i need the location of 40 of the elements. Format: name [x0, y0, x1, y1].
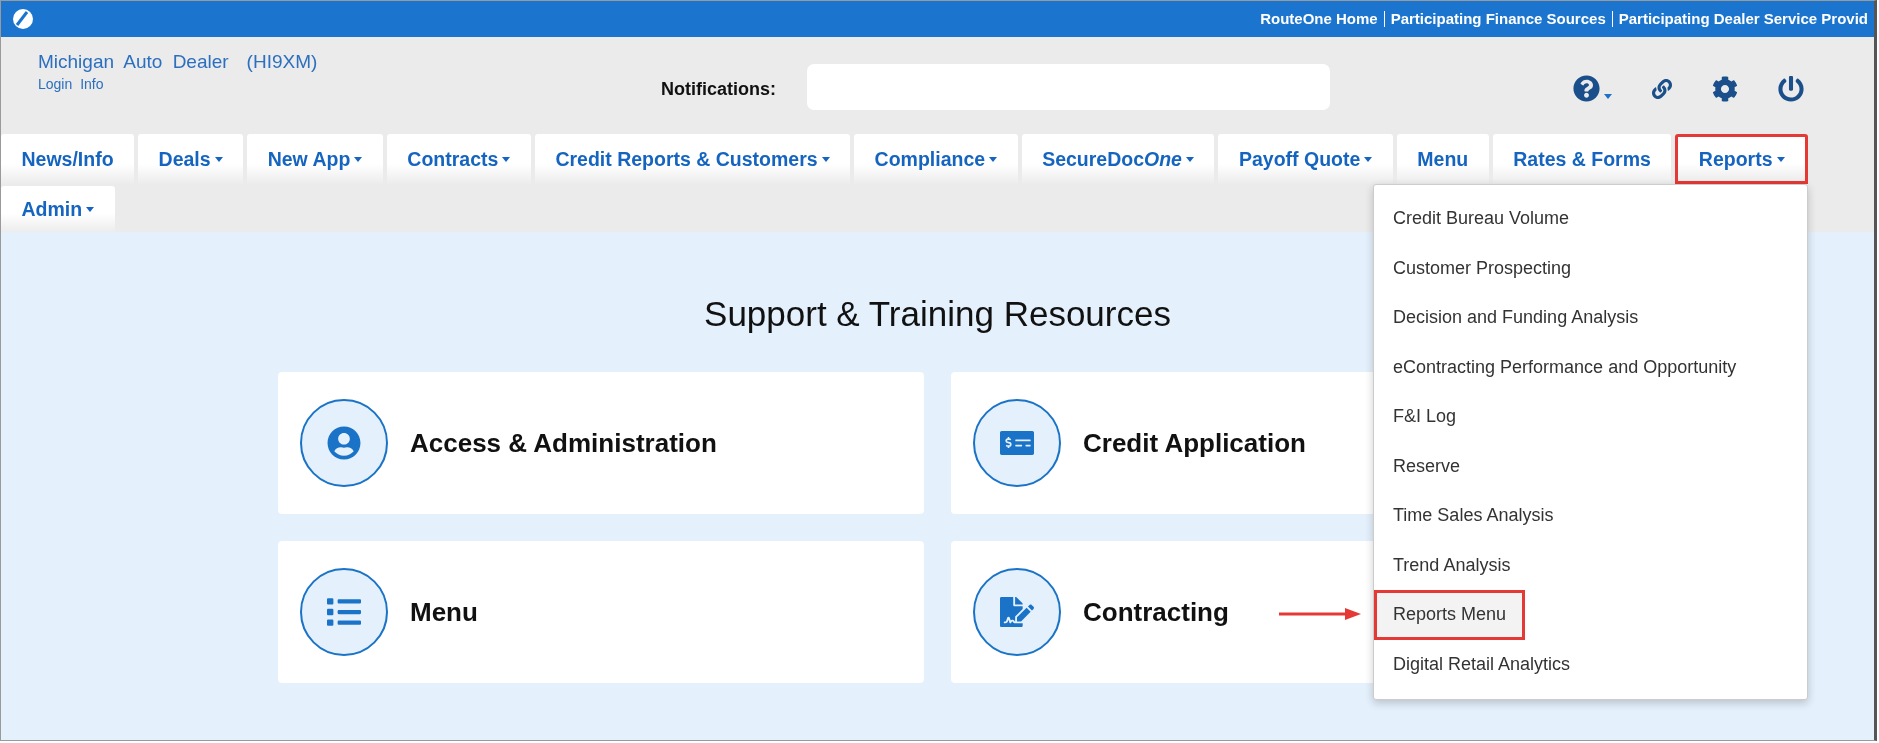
- nav-tab[interactable]: Reports: [1675, 134, 1809, 184]
- menu-item[interactable]: Trend Analysis: [1374, 540, 1530, 590]
- card-title: Credit Application: [1083, 427, 1306, 459]
- nav-tab[interactable]: Menu: [1396, 134, 1489, 184]
- card-title: Menu: [410, 596, 478, 628]
- resource-card[interactable]: Access & Administration: [278, 372, 924, 514]
- file-signature-icon: [1000, 595, 1034, 629]
- login-info-link[interactable]: Login Info: [38, 76, 661, 92]
- menu-item[interactable]: Credit Bureau Volume: [1374, 194, 1589, 244]
- card-title: Access & Administration: [410, 427, 717, 459]
- nav-tab[interactable]: Credit Reports & Customers: [534, 134, 851, 184]
- nav-tab[interactable]: Payoff Quote: [1218, 134, 1393, 184]
- settings-icon[interactable]: [1712, 75, 1738, 102]
- help-button[interactable]: [1573, 75, 1612, 102]
- nav-tab[interactable]: Admin: [1, 186, 115, 232]
- card-title: Contracting: [1083, 596, 1229, 628]
- nav-tab[interactable]: News/Info: [1, 134, 135, 184]
- list-icon: [327, 595, 361, 629]
- top-link[interactable]: RouteOne Home: [1254, 11, 1385, 27]
- link-icon[interactable]: [1652, 78, 1672, 99]
- nav-tab[interactable]: Contracts: [386, 134, 531, 184]
- nav-tab[interactable]: Deals: [138, 134, 244, 184]
- menu-item[interactable]: F&I Log: [1374, 392, 1476, 442]
- dealer-name: Michigan Auto Dealer: [38, 51, 229, 73]
- menu-item[interactable]: Decision and Funding Analysis: [1374, 293, 1658, 343]
- nav-tab[interactable]: SecureDocOne: [1021, 134, 1215, 184]
- top-link[interactable]: Participating Finance Sources: [1384, 11, 1613, 27]
- nav-tab[interactable]: New App: [247, 134, 383, 184]
- page-title: Support & Training Resources: [704, 294, 1171, 334]
- menu-item[interactable]: Reports Menu: [1374, 590, 1526, 640]
- power-icon[interactable]: [1778, 75, 1804, 102]
- notifications-label: Notifications:: [661, 79, 776, 100]
- menu-item[interactable]: Customer Prospecting: [1374, 243, 1591, 293]
- nav-tab[interactable]: Compliance: [854, 134, 1018, 184]
- resource-card[interactable]: Menu: [278, 541, 924, 683]
- nav-tab[interactable]: Rates & Forms: [1492, 134, 1672, 184]
- menu-item[interactable]: Reserve: [1374, 441, 1480, 491]
- dealer-code: (HI9XM): [246, 51, 318, 73]
- top-link[interactable]: Participating Dealer Service Provid: [1612, 11, 1874, 27]
- logo-icon: [13, 9, 33, 29]
